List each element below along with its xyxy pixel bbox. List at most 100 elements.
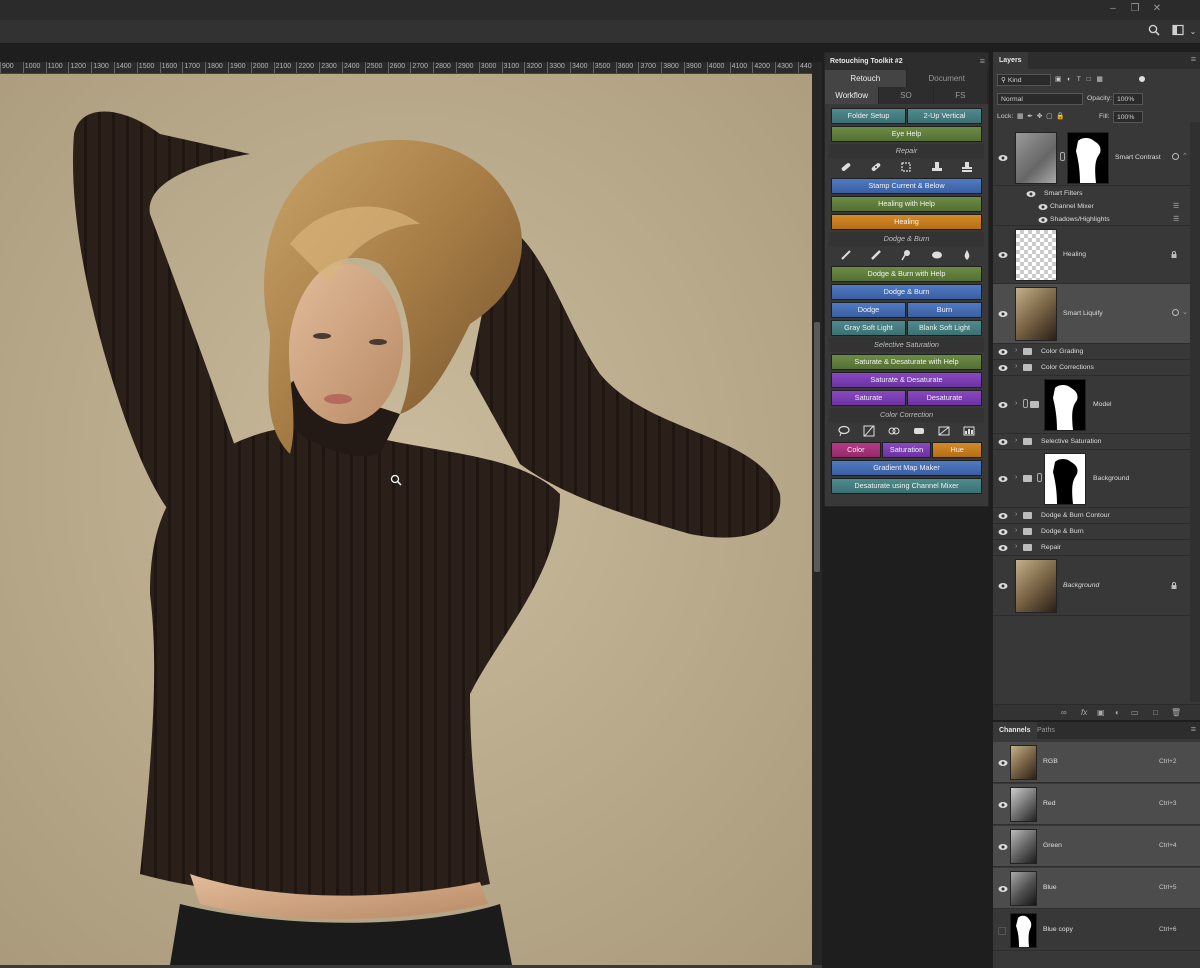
search-icon[interactable] [1146,24,1162,40]
burn-button[interactable]: Burn [907,302,982,318]
tab-channels[interactable]: Channels [993,722,1037,739]
chevron-down-icon[interactable]: ⌄ [1182,308,1188,316]
new-group-icon[interactable]: ▭ [1131,708,1139,717]
eye-icon[interactable] [998,801,1008,809]
chevron-right-icon[interactable]: › [1015,511,1017,518]
group-background[interactable]: › Background [993,450,1190,508]
link-icon[interactable] [1060,152,1065,161]
group-color-grading[interactable]: › Color Grading [993,344,1190,360]
adjustment-layer-icon[interactable]: ◐ [1115,708,1120,717]
channel-mixer-icon[interactable] [887,424,901,438]
eye-icon[interactable] [998,438,1008,446]
chevron-right-icon[interactable]: › [1015,400,1017,407]
eye-icon[interactable] [998,885,1008,893]
filter-options-icon[interactable]: ☰ [1173,202,1179,210]
filter-pixel-icon[interactable]: ▣ [1055,76,1061,83]
layer-smart-contrast[interactable]: Smart Contrast ⌃ [993,130,1190,186]
eye-icon[interactable] [998,528,1008,536]
group-repair[interactable]: › Repair [993,540,1190,556]
gradient-map-icon[interactable] [937,424,951,438]
eye-icon[interactable] [998,759,1008,767]
layer-background[interactable]: Background [993,556,1190,616]
lock-artboard-icon[interactable]: ▢ [1046,113,1052,120]
eye-icon[interactable] [1026,190,1036,198]
close-icon[interactable]: ✕ [1150,2,1164,16]
fx-button[interactable]: fx [1081,708,1087,717]
channel-row-green[interactable]: Green Ctrl+4 [993,826,1200,867]
blank-soft-light-button[interactable]: Blank Soft Light [907,320,982,336]
sat-desat-help-button[interactable]: Saturate & Desaturate with Help [831,354,982,370]
filter-shadows-highlights[interactable]: Shadows/Highlights [1050,216,1110,223]
chevron-right-icon[interactable]: › [1015,543,1017,550]
visibility-toggle[interactable] [998,927,1006,935]
dodge-button[interactable]: Dodge [831,302,906,318]
tab-workflow[interactable]: Workflow [825,87,880,104]
eye-icon[interactable] [1038,203,1048,211]
two-up-vertical-button[interactable]: 2-Up Vertical [907,108,982,124]
drop-icon[interactable] [960,248,974,262]
pattern-stamp-icon[interactable] [960,160,974,174]
channels-menu-icon[interactable]: ≡ [1191,724,1196,734]
lock-all-icon[interactable]: 🔒 [1056,113,1064,120]
canvas-vertical-scrollbar[interactable] [812,62,822,965]
spot-healing-icon[interactable] [869,160,883,174]
channel-row-blue[interactable]: Blue Ctrl+5 [993,868,1200,909]
gradient-map-maker-button[interactable]: Gradient Map Maker [831,460,982,476]
hue-sat-icon[interactable] [912,424,926,438]
dodge-burn-button[interactable]: Dodge & Burn [831,284,982,300]
chevron-right-icon[interactable]: › [1015,527,1017,534]
brush-alt-icon[interactable] [869,248,883,262]
layers-menu-icon[interactable]: ≡ [1191,54,1196,64]
link-icon[interactable] [1037,473,1042,482]
eye-icon[interactable] [998,544,1008,552]
group-selective-saturation[interactable]: › Selective Saturation [993,434,1190,450]
eye-icon[interactable] [998,401,1008,409]
eye-icon[interactable] [1038,216,1048,224]
chevron-down-icon[interactable]: ⌄ [1185,24,1200,40]
chevron-right-icon[interactable]: › [1015,347,1017,354]
filter-type-icon[interactable]: T [1077,76,1081,83]
eye-icon[interactable] [998,251,1008,259]
sponge-icon[interactable] [930,248,944,262]
tab-fs[interactable]: FS [934,87,988,104]
chevron-right-icon[interactable]: › [1015,363,1017,370]
color-button[interactable]: Color [831,442,881,458]
eye-icon[interactable] [998,582,1008,590]
brush-icon[interactable] [839,248,853,262]
filter-adjustment-icon[interactable]: ◐ [1067,76,1071,83]
bandage-icon[interactable] [839,160,853,174]
channel-row-rgb[interactable]: RGB Ctrl+2 [993,742,1200,783]
channel-row-red[interactable]: Red Ctrl+3 [993,784,1200,825]
tab-so[interactable]: SO [879,87,934,104]
filter-channel-mixer[interactable]: Channel Mixer [1050,203,1094,210]
filter-options-icon[interactable]: ☰ [1173,215,1179,223]
saturate-button[interactable]: Saturate [831,390,906,406]
lock-pixels-icon[interactable]: ✒ [1027,113,1033,120]
levels-icon[interactable] [962,424,976,438]
blend-mode-select[interactable]: Normal [997,93,1083,105]
eye-icon[interactable] [998,512,1008,520]
filter-shape-icon[interactable]: □ [1087,76,1091,83]
chevron-right-icon[interactable]: › [1015,437,1017,444]
new-layer-icon[interactable]: □ [1153,708,1158,717]
group-dodge-burn-contour[interactable]: › Dodge & Burn Contour [993,508,1190,524]
trash-icon[interactable]: 🗑 [1171,708,1181,717]
layers-scrollbar[interactable] [1190,122,1200,702]
curves-icon[interactable] [862,424,876,438]
patch-icon[interactable] [899,160,913,174]
tab-retouch[interactable]: Retouch [825,70,907,87]
eye-icon[interactable] [998,364,1008,372]
eye-help-button[interactable]: Eye Help [831,126,982,142]
workspace-icon[interactable] [1170,24,1186,40]
link-icon[interactable] [1023,399,1028,408]
dodge-tool-icon[interactable] [899,248,913,262]
eye-icon[interactable] [998,843,1008,851]
lock-position-icon[interactable]: ✥ [1037,113,1043,120]
clone-stamp-icon[interactable] [930,160,944,174]
desaturate-button[interactable]: Desaturate [907,390,982,406]
tab-layers[interactable]: Layers [993,52,1028,69]
filter-smart-object-icon[interactable]: ▦ [1096,76,1102,83]
healing-button[interactable]: Healing [831,214,982,230]
tab-paths[interactable]: Paths [1031,722,1061,739]
sat-desat-button[interactable]: Saturate & Desaturate [831,372,982,388]
